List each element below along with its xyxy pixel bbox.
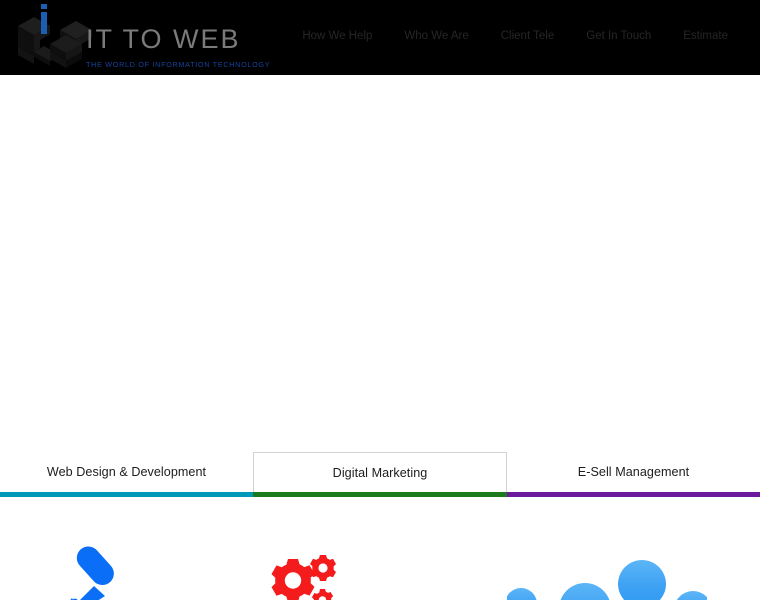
nav-item-estimate[interactable]: Estimate	[667, 28, 744, 44]
panel-e-sell-management	[507, 497, 760, 600]
bubbles-circles-icon	[507, 552, 710, 600]
nav-item-client-tele[interactable]: Client Tele	[485, 28, 571, 44]
tab-web-design-and-development[interactable]: Web Design & Development	[0, 452, 253, 497]
service-panels-region	[0, 497, 760, 600]
hero-banner-region	[0, 75, 760, 452]
panel-digital-marketing	[253, 497, 507, 600]
tab-label: E-Sell Management	[577, 465, 690, 479]
tab-label: Web Design & Development	[46, 465, 207, 479]
service-tabs: Web Design & Development Digital Marketi…	[0, 452, 760, 497]
brand-name: IT TO WEB	[86, 24, 241, 54]
nav-item-how-we-help[interactable]: How We Help	[286, 28, 388, 44]
brand-tagline: THE WORLD OF INFORMATION TECHNOLOGY	[86, 60, 271, 69]
panel-web-design	[0, 497, 253, 600]
site-header: IT TO WEB THE WORLD OF INFORMATION TECHN…	[0, 0, 760, 75]
nav-item-who-we-are[interactable]: Who We Are	[388, 28, 484, 44]
tab-e-sell-management[interactable]: E-Sell Management	[507, 452, 760, 497]
brand-logo-link[interactable]: IT TO WEB THE WORLD OF INFORMATION TECHN…	[0, 0, 300, 75]
gears-icon	[255, 555, 341, 600]
nav-item-get-in-touch[interactable]: Get In Touch	[570, 28, 667, 44]
brand-text-block: IT TO WEB THE WORLD OF INFORMATION TECHN…	[86, 24, 296, 72]
it-to-web-isometric-logo-icon	[14, 4, 96, 72]
main-navigation: How We Help Who We Are Client Tele Get I…	[286, 28, 744, 44]
tab-label: Digital Marketing	[332, 465, 428, 480]
pen-brush-icon	[58, 545, 148, 600]
tab-digital-marketing[interactable]: Digital Marketing	[253, 452, 507, 497]
